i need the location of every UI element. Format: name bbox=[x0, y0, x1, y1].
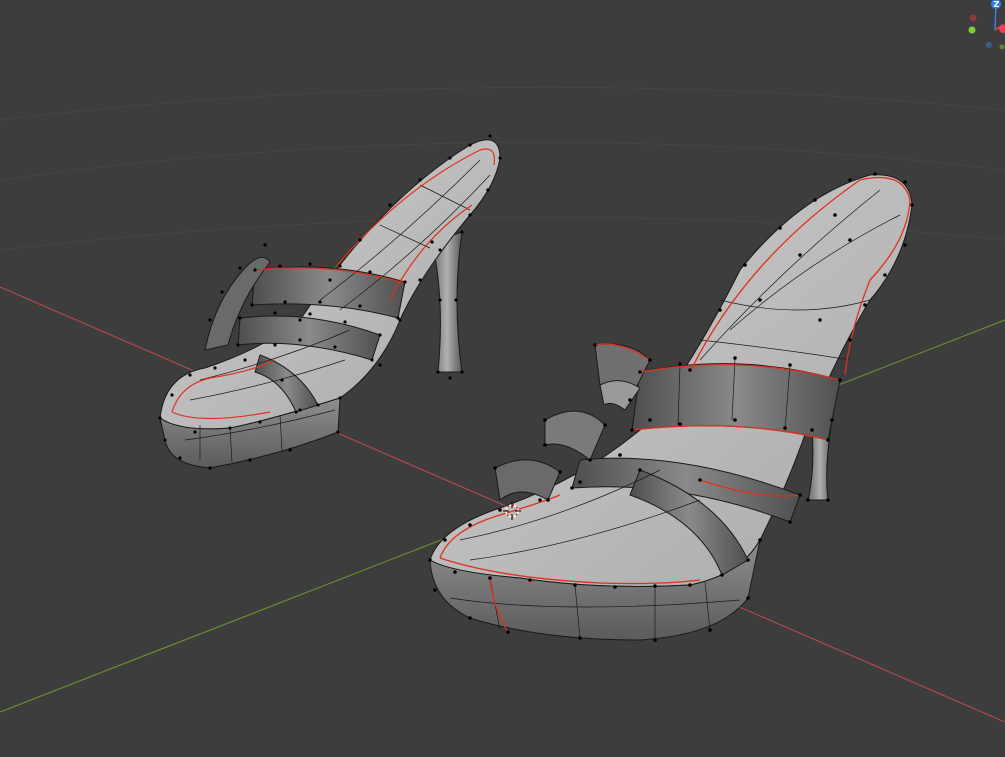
x-axis-line bbox=[0, 286, 1005, 723]
gizmo-y-handle[interactable] bbox=[968, 26, 976, 34]
navigation-gizmo[interactable]: Z bbox=[965, 0, 1005, 60]
gizmo-x-neg-handle[interactable] bbox=[969, 14, 977, 22]
gizmo-y-neg-handle[interactable] bbox=[999, 44, 1005, 50]
gizmo-z-neg-handle[interactable] bbox=[986, 42, 992, 48]
gizmo-z-label: Z bbox=[994, 0, 1000, 9]
left-sandal[interactable] bbox=[158, 134, 502, 470]
viewport-scene[interactable] bbox=[0, 0, 1005, 757]
right-sandal[interactable] bbox=[428, 172, 914, 642]
3d-viewport[interactable]: Z bbox=[0, 0, 1005, 757]
